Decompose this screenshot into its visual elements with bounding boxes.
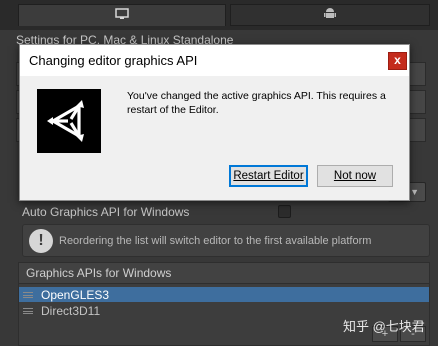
info-message: Reordering the list will switch editor t…	[59, 235, 372, 247]
graphics-api-dialog: Changing editor graphics API x You've ch…	[19, 44, 410, 201]
watermark: 知乎 @七块君	[343, 319, 425, 334]
dialog-titlebar: Changing editor graphics API x	[20, 45, 409, 76]
platform-tab-bar	[0, 0, 438, 30]
tab-pc-standalone[interactable]	[18, 4, 226, 26]
chevron-down-icon: ▼	[410, 187, 419, 197]
not-now-button[interactable]: Not now	[317, 165, 393, 187]
close-button[interactable]: x	[388, 52, 407, 70]
drag-handle-icon[interactable]	[23, 307, 33, 314]
info-icon: !	[29, 229, 53, 253]
unity-logo-icon	[37, 89, 101, 153]
tab-android[interactable]	[230, 4, 430, 26]
api-name: Direct3D11	[41, 303, 101, 318]
auto-graphics-api-label: Auto Graphics API for Windows	[22, 205, 190, 219]
restart-editor-button[interactable]: Restart Editor	[229, 165, 308, 187]
dialog-title: Changing editor graphics API	[29, 53, 198, 68]
auto-graphics-api-checkbox[interactable]	[278, 205, 291, 218]
drag-handle-icon[interactable]	[23, 291, 33, 298]
api-name: OpenGLES3	[41, 287, 110, 302]
monitor-icon	[115, 8, 129, 23]
android-icon	[324, 7, 336, 23]
graphics-apis-header: Graphics APIs for Windows	[18, 262, 430, 284]
graphics-apis-list: OpenGLES3 Direct3D11	[18, 284, 430, 346]
info-help-box: ! Reordering the list will switch editor…	[22, 224, 430, 257]
list-item[interactable]: OpenGLES3	[19, 287, 429, 302]
dialog-message: You've changed the active graphics API. …	[127, 90, 386, 116]
